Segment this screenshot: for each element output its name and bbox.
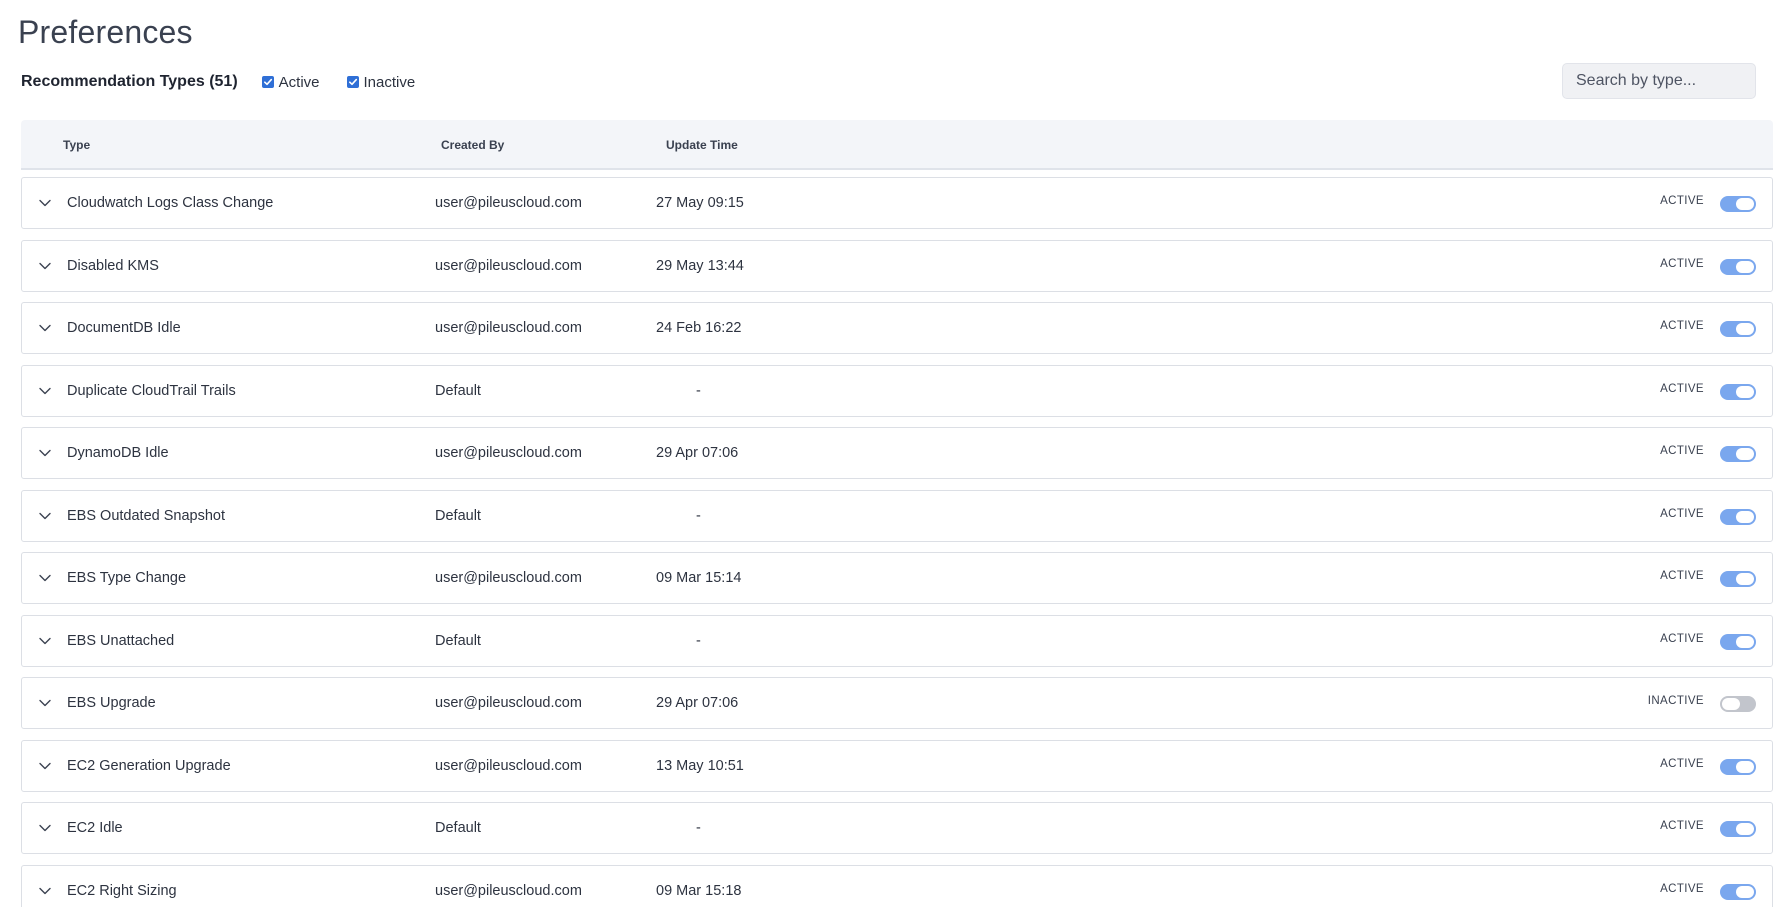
row-type: EC2 Idle bbox=[67, 820, 123, 836]
row-created-by: Default bbox=[435, 382, 481, 399]
row-created-by: user@pileuscloud.com bbox=[435, 445, 582, 461]
column-header-update-time[interactable]: Update Time bbox=[666, 138, 738, 152]
row-created-by: Default bbox=[435, 507, 481, 524]
checkbox-checked-icon[interactable] bbox=[261, 76, 274, 88]
chevron-down-icon[interactable] bbox=[37, 383, 53, 399]
row-status-toggle[interactable] bbox=[1720, 696, 1756, 712]
row-update-time: 24 Feb 16:22 bbox=[656, 320, 742, 336]
column-header-type[interactable]: Type bbox=[63, 138, 90, 152]
chevron-down-icon[interactable] bbox=[37, 883, 53, 899]
chevron-down-icon[interactable] bbox=[37, 258, 53, 274]
page-title: Preferences bbox=[18, 14, 193, 50]
table-row[interactable]: EBS Type Change user@pileuscloud.com 09 Ma… bbox=[21, 552, 1773, 604]
row-status-toggle[interactable] bbox=[1720, 196, 1756, 212]
chevron-down-icon[interactable] bbox=[37, 758, 53, 774]
recommendation-types-title: Recommendation Types (51) bbox=[21, 73, 238, 90]
row-update-time: - bbox=[696, 820, 701, 836]
chevron-down-icon[interactable] bbox=[37, 633, 53, 649]
filter-active-label: Active bbox=[278, 73, 320, 91]
row-created-by: Default bbox=[435, 820, 481, 836]
table-row[interactable]: Cloudwatch Logs Class Change user@pileusc… bbox=[21, 177, 1773, 229]
row-status-toggle[interactable] bbox=[1720, 758, 1756, 775]
row-status-label: ACTIVE bbox=[1660, 757, 1704, 770]
row-status-label: ACTIVE bbox=[1660, 445, 1704, 457]
row-created-by: user@pileuscloud.com bbox=[435, 195, 582, 211]
row-update-time: 29 Apr 07:06 bbox=[656, 695, 739, 711]
column-header-created-by[interactable]: Created By bbox=[441, 138, 504, 152]
filter-active-checkbox[interactable]: Active bbox=[261, 73, 320, 91]
table-row[interactable]: EC2 Right Sizing user@pileuscloud.com 09 M… bbox=[21, 864, 1773, 907]
table-row[interactable]: EBS Outdated Snapshot Default - ACTIVE bbox=[21, 489, 1773, 542]
recommendation-types-list: Cloudwatch Logs Class Change user@pileusc… bbox=[21, 177, 1773, 907]
row-status-toggle[interactable] bbox=[1720, 883, 1756, 900]
row-type: Cloudwatch Logs Class Change bbox=[67, 195, 274, 211]
row-status-label: ACTIVE bbox=[1660, 257, 1704, 270]
row-status-label: ACTIVE bbox=[1660, 507, 1704, 520]
table-header: Type Created By Update Time bbox=[21, 120, 1773, 170]
table-row[interactable]: DynamoDB Idle user@pileuscloud.com 29 Apr … bbox=[21, 427, 1773, 479]
table-row[interactable]: Duplicate CloudTrail Trails Default - ACTIV… bbox=[21, 364, 1773, 417]
row-status-label: ACTIVE bbox=[1660, 882, 1704, 895]
row-status-label: ACTIVE bbox=[1660, 632, 1704, 645]
row-status-toggle[interactable] bbox=[1720, 258, 1756, 275]
row-update-time: - bbox=[696, 382, 701, 399]
chevron-down-icon[interactable] bbox=[37, 820, 53, 836]
row-type: EC2 Right Sizing bbox=[67, 882, 177, 899]
filter-bar: Recommendation Types (51) Active Inactiv… bbox=[21, 70, 442, 94]
row-update-time: 27 May 09:15 bbox=[656, 195, 744, 211]
row-type: EBS Upgrade bbox=[67, 695, 156, 711]
row-created-by: user@pileuscloud.com bbox=[435, 570, 582, 586]
chevron-down-icon[interactable] bbox=[37, 570, 53, 586]
row-update-time: 09 Mar 15:14 bbox=[656, 570, 742, 586]
row-type: Disabled KMS bbox=[67, 257, 159, 274]
row-type: Duplicate CloudTrail Trails bbox=[67, 382, 236, 399]
row-type: EBS Outdated Snapshot bbox=[67, 507, 225, 524]
table-row[interactable]: EC2 Idle Default - ACTIVE bbox=[21, 802, 1773, 854]
table-row[interactable]: EC2 Generation Upgrade user@pileuscloud.c… bbox=[21, 739, 1773, 792]
row-type: EBS Type Change bbox=[67, 570, 187, 586]
row-status-label: ACTIVE bbox=[1660, 195, 1704, 207]
row-status-toggle[interactable] bbox=[1720, 321, 1756, 337]
row-status-toggle[interactable] bbox=[1720, 633, 1756, 650]
table-row[interactable]: EBS Unattached Default - ACTIVE bbox=[21, 614, 1773, 667]
chevron-down-icon[interactable] bbox=[37, 320, 53, 336]
row-update-time: 29 May 13:44 bbox=[656, 257, 744, 274]
table-row[interactable]: DocumentDB Idle user@pileuscloud.com 24 Fe… bbox=[21, 302, 1773, 354]
row-update-time: - bbox=[696, 632, 701, 649]
row-update-time: 09 Mar 15:18 bbox=[656, 882, 742, 899]
row-type: DocumentDB Idle bbox=[67, 320, 181, 336]
search-input[interactable] bbox=[1562, 63, 1756, 99]
row-status-toggle[interactable] bbox=[1720, 508, 1756, 525]
row-status-toggle[interactable] bbox=[1720, 446, 1756, 462]
chevron-down-icon[interactable] bbox=[37, 195, 53, 211]
row-type: DynamoDB Idle bbox=[67, 445, 169, 461]
row-type: EC2 Generation Upgrade bbox=[67, 757, 231, 774]
row-update-time: 29 Apr 07:06 bbox=[656, 445, 739, 461]
row-status-label: ACTIVE bbox=[1660, 320, 1704, 332]
row-status-label: ACTIVE bbox=[1660, 820, 1704, 832]
chevron-down-icon[interactable] bbox=[37, 445, 53, 461]
row-status-toggle[interactable] bbox=[1720, 383, 1756, 400]
chevron-down-icon[interactable] bbox=[37, 695, 53, 711]
row-update-time: 13 May 10:51 bbox=[656, 757, 744, 774]
row-status-toggle[interactable] bbox=[1720, 571, 1756, 587]
filter-inactive-label: Inactive bbox=[363, 73, 416, 91]
row-created-by: user@pileuscloud.com bbox=[435, 757, 582, 774]
table-row[interactable]: EBS Upgrade user@pileuscloud.com 29 Apr 07… bbox=[21, 677, 1773, 729]
row-created-by: Default bbox=[435, 632, 481, 649]
row-status-label: ACTIVE bbox=[1660, 382, 1704, 395]
row-created-by: user@pileuscloud.com bbox=[435, 257, 582, 274]
row-created-by: user@pileuscloud.com bbox=[435, 882, 582, 899]
table-row[interactable]: Disabled KMS user@pileuscloud.com 29 May 1… bbox=[21, 239, 1773, 292]
row-status-label: ACTIVE bbox=[1660, 570, 1704, 582]
chevron-down-icon[interactable] bbox=[37, 508, 53, 524]
row-created-by: user@pileuscloud.com bbox=[435, 695, 582, 711]
row-type: EBS Unattached bbox=[67, 632, 175, 649]
row-update-time: - bbox=[696, 507, 701, 524]
checkbox-checked-icon[interactable] bbox=[346, 76, 359, 88]
row-status-toggle[interactable] bbox=[1720, 821, 1756, 837]
filter-inactive-checkbox[interactable]: Inactive bbox=[346, 73, 416, 91]
row-status-label: INACTIVE bbox=[1647, 695, 1704, 707]
row-created-by: user@pileuscloud.com bbox=[435, 320, 582, 336]
